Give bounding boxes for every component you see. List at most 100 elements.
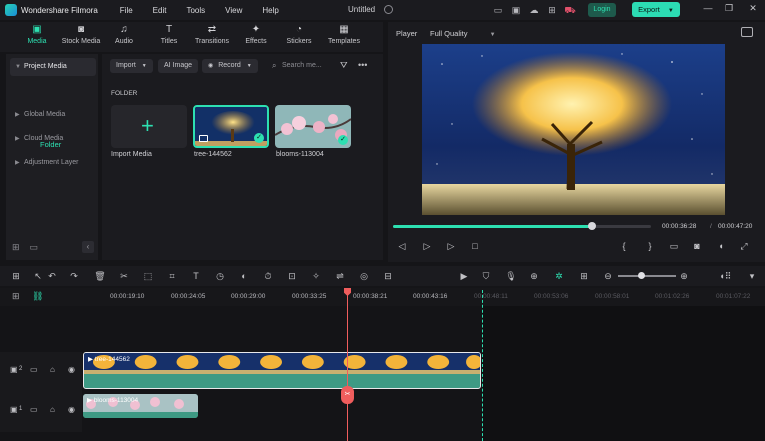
folder-icon[interactable]: ▭ [30,365,38,374]
collapse-sidebar-icon[interactable]: ‹ [82,241,94,253]
menu-tools[interactable]: Tools [186,6,205,15]
quality-dropdown[interactable]: Full Quality ▼ [430,29,496,38]
eye-icon[interactable]: ◉ [68,365,75,374]
lock-icon[interactable]: ⌂ [50,365,55,374]
record-button[interactable]: ◉ Record ▼ [202,59,258,73]
timeline-ruler[interactable]: ⊞ ⛓ 00:00:19:10 00:00:24:05 00:00:29:00 … [0,288,765,306]
sidebar-item-adjustment-layer[interactable]: ▶ Adjustment Layer [10,154,96,172]
playhead-line[interactable] [347,289,348,441]
import-button[interactable]: Import ▼ [110,59,153,73]
pointer-icon[interactable]: ↖ [32,270,44,282]
minimize-icon[interactable]: — [701,3,715,13]
effects-icon: ✦ [251,24,261,35]
timer-icon[interactable]: ⏱ [262,270,274,282]
play-backward-icon[interactable]: ▷ [421,241,433,252]
render-icon[interactable]: ▶ [458,270,470,282]
export-button[interactable]: Export ▼ [632,2,680,17]
folder-icon[interactable]: ▭ [30,242,39,253]
layout-icon[interactable]: ⊞ [10,270,22,282]
ai-tool-icon[interactable]: ✧ [310,270,322,282]
eye-icon[interactable]: ◉ [68,405,75,414]
split-icon[interactable]: ✂ [118,270,130,282]
tab-transitions[interactable]: ⇄ Transitions [192,25,232,46]
menu-view[interactable]: View [225,6,242,15]
timeline-clip-tree[interactable]: ▶ tree-144562 [83,352,481,389]
media-item-tree[interactable]: ✓ [193,105,269,148]
delete-icon[interactable]: 🗑 [94,270,106,282]
text-icon[interactable]: T [190,270,202,282]
zoom-slider-handle[interactable] [638,272,646,279]
zoom-in-icon[interactable]: ⊕ [678,270,690,282]
new-folder-icon[interactable]: ⊞ [12,242,20,253]
maximize-icon[interactable]: ❐ [722,3,736,14]
display-icon[interactable]: ▭ [668,241,680,252]
login-button[interactable]: Login [588,3,616,17]
link-icon[interactable]: ⛓ [32,291,43,302]
volume-icon[interactable]: ◖ [715,241,727,251]
menu-edit[interactable]: Edit [153,6,167,15]
zoom-out-icon[interactable]: ⊖ [602,270,614,282]
tab-audio[interactable]: ♫ Audio [110,25,138,46]
microphone-icon[interactable]: 🎙 [505,270,517,282]
filter-icon[interactable]: ⛛ [340,60,348,71]
grid-icon[interactable]: ⠿ [722,270,734,282]
menu-help[interactable]: Help [262,6,278,15]
play-icon[interactable]: ▷ [445,241,457,252]
save-icon[interactable]: ▣ [510,4,522,16]
sidebar-item-global-media[interactable]: ▶ Global Media [10,106,96,124]
tab-stock-media[interactable]: ◙ Stock Media [58,25,104,46]
redo-icon[interactable]: ↷ [68,270,80,282]
mark-in-icon[interactable]: { [618,241,630,251]
sidebar-item-project-media[interactable]: ▼ Project Media [10,58,96,76]
select-icon[interactable]: ⬚ [142,270,154,282]
snapshot-icon[interactable] [741,27,753,37]
video-preview [422,44,725,215]
settings-icon[interactable]: ▾ [746,270,758,282]
shield-icon[interactable]: ⛉ [480,270,492,282]
tab-templates[interactable]: ▦ Templates [326,25,362,46]
cart-icon[interactable]: ⛟ [564,4,576,16]
close-icon[interactable]: ✕ [746,3,760,14]
media-item-blooms[interactable]: ✓ [275,105,351,148]
freeze-icon[interactable]: ⊡ [286,270,298,282]
tab-media[interactable]: ▣ Media [22,25,52,46]
lock-icon[interactable]: ⌂ [50,405,55,414]
camera-icon[interactable]: ◙ [691,241,703,251]
previous-frame-icon[interactable]: ◁ [396,241,408,252]
split-scissors-icon[interactable]: ✂ [341,386,354,404]
monitor-icon[interactable]: ▭ [492,4,504,16]
tab-stickers[interactable]: ◔ Stickers [284,25,314,46]
chevron-down-icon: ▼ [667,8,674,14]
zoom-slider[interactable] [618,275,676,277]
tab-effects[interactable]: ✦ Effects [242,24,270,46]
timeline-clip-blooms[interactable]: ▶ blooms-113004 [83,394,198,418]
split-screen-icon[interactable]: ⊞ [578,270,590,282]
cloud-upload-icon[interactable]: ☁ [528,4,540,16]
clip-name: ▶ blooms-113004 [87,396,138,404]
mark-out-icon[interactable]: } [644,241,656,251]
speed-icon[interactable]: ◷ [214,270,226,282]
fullscreen-icon[interactable]: ⤢ [738,241,750,252]
color-icon[interactable]: ◐ [238,270,250,282]
more-options-icon[interactable]: ••• [358,60,367,70]
add-track-icon[interactable]: ⊞ [12,291,20,302]
import-media-card[interactable]: + [111,105,187,148]
undo-icon[interactable]: ↶ [46,270,58,282]
menu-file[interactable]: File [120,6,133,15]
stop-icon[interactable]: □ [469,241,481,251]
sidebar-item-cloud-media[interactable]: ▶ Cloud Media [10,130,96,148]
playback-scrubber[interactable] [393,222,651,230]
snap-icon[interactable]: ✲ [553,270,565,282]
tab-label: Transitions [195,38,229,45]
adjust-icon[interactable]: ⇌ [334,270,346,282]
ai-sticker-icon[interactable]: ⊕ [528,270,540,282]
tab-titles[interactable]: T Titles [155,25,183,46]
detach-icon[interactable]: ⊟ [382,270,394,282]
ai-image-button[interactable]: AI Image [158,59,199,73]
motion-icon[interactable]: ◎ [358,270,370,282]
search-input[interactable]: ⌕ Search me... [272,59,334,73]
gift-icon[interactable]: ⊞ [546,4,558,16]
folder-icon[interactable]: ▭ [30,405,38,414]
scrubber-handle[interactable] [587,222,596,230]
crop-icon[interactable]: ⌗ [166,270,178,282]
